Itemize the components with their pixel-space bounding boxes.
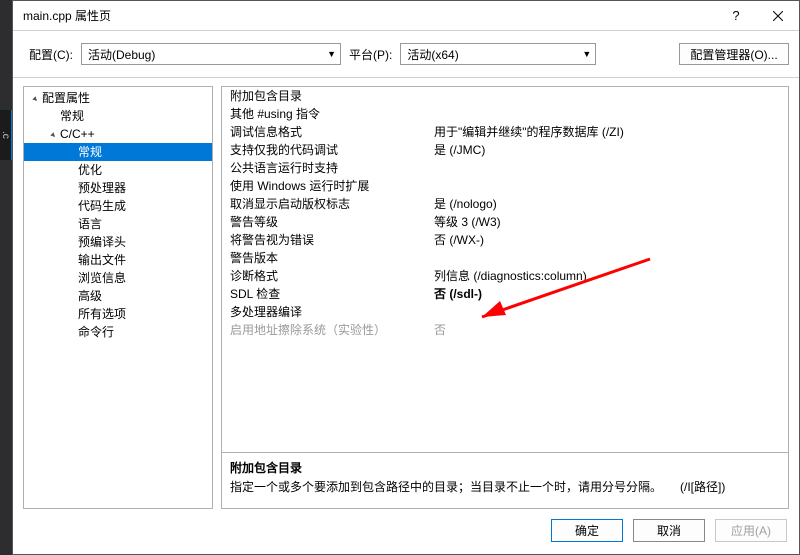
property-row[interactable]: 调试信息格式用于"编辑并继续"的程序数据库 (/ZI) bbox=[222, 123, 788, 141]
property-name: 支持仅我的代码调试 bbox=[222, 141, 430, 159]
property-row[interactable]: 取消显示启动版权标志是 (/nologo) bbox=[222, 195, 788, 213]
config-manager-button[interactable]: 配置管理器(O)... bbox=[679, 43, 789, 65]
property-value[interactable]: 等级 3 (/W3) bbox=[430, 213, 788, 231]
property-row[interactable]: 公共语言运行时支持 bbox=[222, 159, 788, 177]
tree-item[interactable]: 浏览信息 bbox=[24, 269, 212, 287]
property-name: 调试信息格式 bbox=[222, 123, 430, 141]
description-text: 指定一个或多个要添加到包含路径中的目录；当目录不止一个时，请用分号分隔。 (/I… bbox=[230, 478, 780, 495]
tree-item-label: 输出文件 bbox=[78, 253, 126, 267]
tree-item-label: 常规 bbox=[78, 145, 102, 159]
property-name: 多处理器编译 bbox=[222, 303, 430, 321]
tree-item[interactable]: ▸C/C++ bbox=[24, 125, 212, 143]
tree-item-label: 高级 bbox=[78, 289, 102, 303]
description-title: 附加包含目录 bbox=[230, 459, 780, 476]
property-name: 附加包含目录 bbox=[222, 87, 430, 105]
property-name: 诊断格式 bbox=[222, 267, 430, 285]
property-value[interactable] bbox=[430, 105, 788, 123]
tree-item[interactable]: 输出文件 bbox=[24, 251, 212, 269]
property-value[interactable]: 否 (/sdl-) bbox=[430, 285, 788, 303]
platform-label: 平台(P): bbox=[349, 46, 392, 63]
tree-item-label: 代码生成 bbox=[78, 199, 126, 213]
property-name: 取消显示启动版权标志 bbox=[222, 195, 430, 213]
tree-item-label: 命令行 bbox=[78, 325, 114, 339]
tree-item-label: 语言 bbox=[78, 217, 102, 231]
property-name: 公共语言运行时支持 bbox=[222, 159, 430, 177]
property-row[interactable]: 支持仅我的代码调试是 (/JMC) bbox=[222, 141, 788, 159]
tree-item[interactable]: 常规 bbox=[24, 107, 212, 125]
tree-item[interactable]: 语言 bbox=[24, 215, 212, 233]
description-panel: 附加包含目录 指定一个或多个要添加到包含路径中的目录；当目录不止一个时，请用分号… bbox=[221, 453, 789, 509]
property-row[interactable]: 附加包含目录 bbox=[222, 87, 788, 105]
tree-item-label: 常规 bbox=[60, 109, 84, 123]
property-name: 其他 #using 指令 bbox=[222, 105, 430, 123]
tree-item-label: C/C++ bbox=[60, 127, 95, 141]
tree-item-label: 所有选项 bbox=[78, 307, 126, 321]
property-value[interactable] bbox=[430, 303, 788, 321]
right-pane: 附加包含目录其他 #using 指令调试信息格式用于"编辑并继续"的程序数据库 … bbox=[221, 86, 789, 509]
property-row[interactable]: 其他 #using 指令 bbox=[222, 105, 788, 123]
property-value[interactable]: 列信息 (/diagnostics:column) bbox=[430, 267, 788, 285]
close-button[interactable] bbox=[757, 1, 799, 31]
config-bar: 配置(C): 活动(Debug) ▼ 平台(P): 活动(x64) ▼ 配置管理… bbox=[13, 31, 799, 78]
ide-side-tab[interactable]: .c bbox=[0, 110, 12, 160]
tree-item[interactable]: 命令行 bbox=[24, 323, 212, 341]
property-grid[interactable]: 附加包含目录其他 #using 指令调试信息格式用于"编辑并继续"的程序数据库 … bbox=[221, 86, 789, 453]
property-name: SDL 检查 bbox=[222, 285, 430, 303]
property-value: 否 bbox=[430, 321, 788, 339]
tree-item-label: 优化 bbox=[78, 163, 102, 177]
property-name: 使用 Windows 运行时扩展 bbox=[222, 177, 430, 195]
tree-item[interactable]: 常规 bbox=[24, 143, 212, 161]
ide-left-strip: .c bbox=[0, 0, 12, 555]
property-value[interactable]: 是 (/nologo) bbox=[430, 195, 788, 213]
property-row[interactable]: SDL 检查否 (/sdl-) bbox=[222, 285, 788, 303]
property-name: 将警告视为错误 bbox=[222, 231, 430, 249]
property-name: 启用地址擦除系统（实验性） bbox=[222, 321, 430, 339]
help-button[interactable]: ? bbox=[715, 1, 757, 31]
apply-button: 应用(A) bbox=[715, 519, 787, 542]
chevron-down-icon: ▼ bbox=[582, 49, 591, 59]
property-row[interactable]: 警告等级等级 3 (/W3) bbox=[222, 213, 788, 231]
configuration-label: 配置(C): bbox=[29, 46, 73, 63]
property-value[interactable] bbox=[430, 249, 788, 267]
property-name: 警告版本 bbox=[222, 249, 430, 267]
platform-value: 活动(x64) bbox=[407, 46, 458, 63]
category-tree[interactable]: ▸配置属性常规 ▸C/C++ 常规优化预处理器代码生成语言预编译头输出文件浏览信息高… bbox=[23, 86, 213, 509]
tree-item[interactable]: 代码生成 bbox=[24, 197, 212, 215]
ok-button[interactable]: 确定 bbox=[551, 519, 623, 542]
dialog-title: main.cpp 属性页 bbox=[23, 7, 715, 24]
tree-item[interactable]: 所有选项 bbox=[24, 305, 212, 323]
property-value[interactable]: 是 (/JMC) bbox=[430, 141, 788, 159]
property-value[interactable]: 用于"编辑并继续"的程序数据库 (/ZI) bbox=[430, 123, 788, 141]
property-row[interactable]: 警告版本 bbox=[222, 249, 788, 267]
dialog-footer: 确定 取消 应用(A) bbox=[13, 509, 799, 554]
configuration-value: 活动(Debug) bbox=[88, 46, 155, 63]
property-row[interactable]: 多处理器编译 bbox=[222, 303, 788, 321]
tree-item[interactable]: ▸配置属性 bbox=[24, 89, 212, 107]
property-name: 警告等级 bbox=[222, 213, 430, 231]
tree-item[interactable]: 高级 bbox=[24, 287, 212, 305]
tree-item-label: 预编译头 bbox=[78, 235, 126, 249]
close-icon bbox=[773, 11, 783, 21]
tree-item-label: 配置属性 bbox=[42, 91, 90, 105]
configuration-combo[interactable]: 活动(Debug) ▼ bbox=[81, 43, 341, 65]
chevron-down-icon: ▼ bbox=[327, 49, 336, 59]
property-pages-dialog: main.cpp 属性页 ? 配置(C): 活动(Debug) ▼ 平台(P):… bbox=[12, 0, 800, 555]
dialog-body: ▸配置属性常规 ▸C/C++ 常规优化预处理器代码生成语言预编译头输出文件浏览信息高… bbox=[13, 78, 799, 509]
titlebar: main.cpp 属性页 ? bbox=[13, 1, 799, 31]
tree-item[interactable]: 优化 bbox=[24, 161, 212, 179]
tree-item[interactable]: 预处理器 bbox=[24, 179, 212, 197]
property-value[interactable] bbox=[430, 177, 788, 195]
property-value[interactable] bbox=[430, 159, 788, 177]
cancel-button[interactable]: 取消 bbox=[633, 519, 705, 542]
property-value[interactable]: 否 (/WX-) bbox=[430, 231, 788, 249]
property-value[interactable] bbox=[430, 87, 788, 105]
tree-item[interactable]: 预编译头 bbox=[24, 233, 212, 251]
tree-item-label: 浏览信息 bbox=[78, 271, 126, 285]
property-row[interactable]: 诊断格式列信息 (/diagnostics:column) bbox=[222, 267, 788, 285]
platform-combo[interactable]: 活动(x64) ▼ bbox=[400, 43, 596, 65]
tree-item-label: 预处理器 bbox=[78, 181, 126, 195]
property-row: 启用地址擦除系统（实验性）否 bbox=[222, 321, 788, 339]
property-row[interactable]: 使用 Windows 运行时扩展 bbox=[222, 177, 788, 195]
property-row[interactable]: 将警告视为错误否 (/WX-) bbox=[222, 231, 788, 249]
